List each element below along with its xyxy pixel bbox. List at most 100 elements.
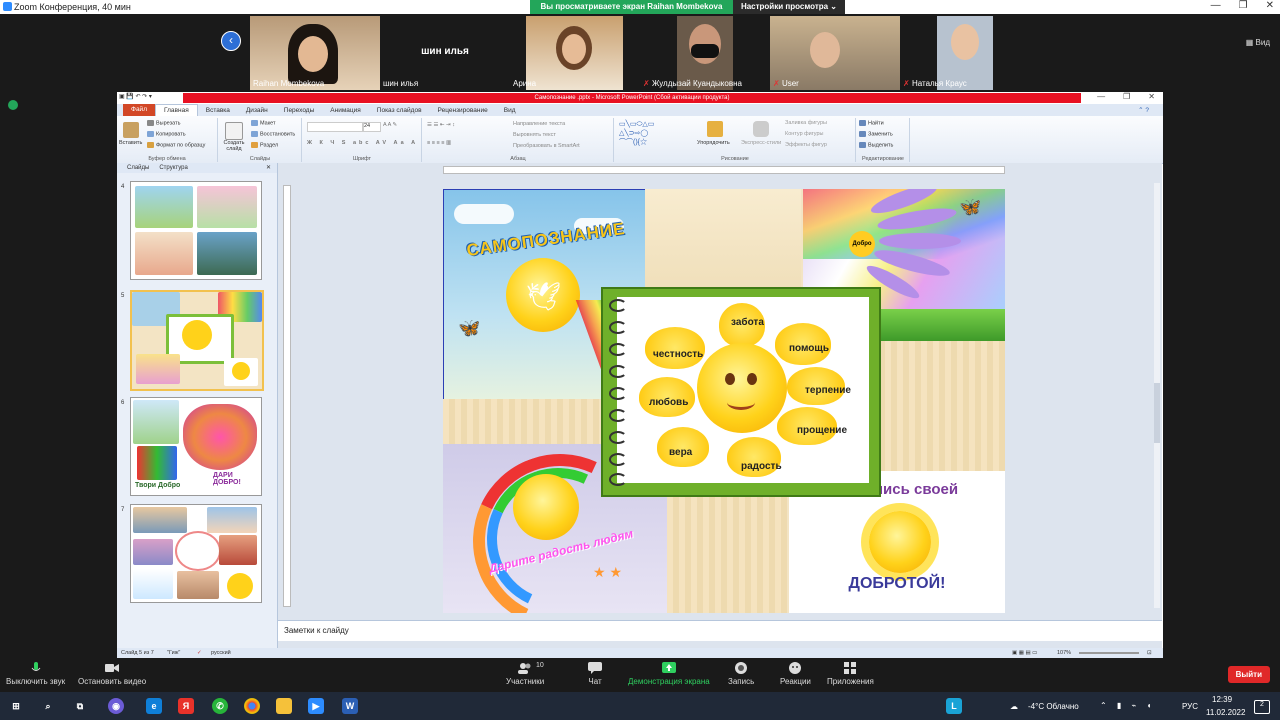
new-slide-button[interactable]: Создать слайд	[221, 140, 247, 152]
shape-effects-button[interactable]: Эффекты фигур	[785, 142, 827, 148]
participant-tile[interactable]: Арина	[510, 16, 640, 90]
minimize-icon[interactable]: —	[1211, 0, 1221, 11]
select-button[interactable]: Выделить	[859, 142, 893, 148]
quick-access-toolbar[interactable]: ▣ 💾 ↶ ↷ ▾	[119, 93, 152, 100]
copy-button[interactable]: Копировать	[147, 131, 186, 137]
layout-button[interactable]: Макет	[251, 120, 276, 126]
chrome-icon[interactable]	[244, 698, 260, 714]
spellcheck-icon[interactable]: ✓	[197, 650, 202, 656]
search-icon[interactable]: ⌕	[40, 698, 56, 714]
security-shield-icon[interactable]	[8, 100, 18, 110]
view-button[interactable]: ▦ Вид	[1246, 38, 1270, 47]
reset-button[interactable]: Восстановить	[251, 131, 295, 137]
weather-text[interactable]: -4°C Облачно	[1028, 702, 1079, 711]
clock-time[interactable]: 12:39	[1212, 695, 1232, 704]
view-buttons[interactable]: ▣ ▦ ▤ ▭	[1012, 650, 1037, 656]
font-family-select[interactable]	[307, 122, 363, 132]
notes-pane[interactable]: Заметки к слайду	[278, 620, 1162, 641]
paste-button[interactable]: Вставить	[119, 140, 142, 146]
chat-button[interactable]: Чат	[588, 662, 602, 686]
fit-slide-icon[interactable]: ⊡	[1147, 650, 1152, 656]
word-icon[interactable]: W	[342, 698, 358, 714]
apps-button[interactable]: Приложения	[827, 662, 874, 686]
find-button[interactable]: Найти	[859, 120, 884, 126]
record-button[interactable]: Запись	[728, 662, 754, 686]
share-screen-button[interactable]: Демонстрация экрана	[628, 662, 710, 686]
list-buttons[interactable]: ☰ ☰ ⇤ ⇥ ↕	[427, 122, 455, 128]
participant-tile[interactable]: шин илья шин илья	[380, 16, 510, 90]
slide-thumbnail-5[interactable]	[130, 290, 264, 391]
whatsapp-icon[interactable]: ✆	[212, 698, 228, 714]
maximize-icon[interactable]: ❐	[1239, 0, 1248, 11]
tab-slides[interactable]: Слайды	[127, 163, 149, 173]
ribbon: Вставить Вырезать Копировать Формат по о…	[117, 116, 1163, 164]
yandex-icon[interactable]: Я	[178, 698, 194, 714]
slide-thumbnail-6[interactable]: Твори Добро ДАРИ ДОБРО!	[130, 397, 262, 496]
arrange-button[interactable]: Упорядочить	[697, 140, 730, 146]
replace-button[interactable]: Заменить	[859, 131, 893, 137]
sun-notebook[interactable]: забота помощь терпение прощение радость …	[601, 287, 881, 497]
l-app-icon[interactable]: L	[946, 698, 962, 714]
align-buttons[interactable]: ≡ ≡ ≡ ≡ ▥	[427, 140, 451, 146]
clock-date[interactable]: 11.02.2022	[1206, 708, 1245, 717]
current-slide[interactable]: 🕊 САМОПОЗНАНИЕ 🦋 Добро 🦋 Дарите радость …	[443, 189, 1005, 613]
slide-thumbnail-7[interactable]	[130, 504, 262, 603]
mute-button[interactable]: Выключить звук	[6, 662, 65, 686]
notification-icon[interactable]: 2	[1254, 700, 1270, 714]
input-language[interactable]: РУС	[1182, 702, 1198, 711]
windows-start-icon[interactable]: ⊞	[8, 698, 24, 714]
close-panel-icon[interactable]: ✕	[266, 163, 271, 173]
shape-outline-button[interactable]: Контур фигуры	[785, 131, 823, 137]
vertical-scrollbar[interactable]	[1154, 183, 1160, 608]
prev-page-button[interactable]: ‹	[221, 31, 241, 51]
tab-outline[interactable]: Структура	[159, 163, 187, 173]
section-button[interactable]: Раздел	[251, 142, 278, 148]
slide-thumbnail-4[interactable]	[130, 181, 262, 280]
leave-button[interactable]: Выйти	[1227, 666, 1270, 683]
muted-mic-icon: ✗	[643, 79, 652, 88]
reactions-button[interactable]: Реакции	[780, 662, 811, 686]
text-direction-button[interactable]: Направление текста	[513, 121, 565, 127]
app-icon[interactable]: ◉	[108, 698, 124, 714]
tab-insert[interactable]: Вставка	[198, 107, 238, 114]
task-view-icon[interactable]: ⧉	[72, 698, 88, 714]
maximize-icon[interactable]: ❐	[1123, 92, 1130, 101]
shape-fill-button[interactable]: Заливка фигуры	[785, 120, 827, 126]
shapes-gallery[interactable]: ▭╲▭⬭△▭ △╲⊃⇨◯ ⌒⌒(){☆	[619, 120, 654, 147]
view-settings-button[interactable]: Настройки просмотра ⌄	[732, 0, 845, 14]
stop-video-button[interactable]: Остановить видео	[78, 662, 146, 686]
participant-tile[interactable]: Raihan Mombekova	[250, 16, 380, 90]
scrollbar-thumb[interactable]	[1154, 383, 1160, 443]
font-size-select[interactable]: 24	[363, 122, 381, 132]
tab-home[interactable]: Главная	[154, 104, 198, 116]
tab-view[interactable]: Вид	[496, 107, 524, 114]
edge-icon[interactable]: e	[146, 698, 162, 714]
tab-design[interactable]: Дизайн	[238, 107, 276, 114]
sun-face	[697, 343, 787, 433]
zoom-taskbar-icon[interactable]: ▶	[308, 698, 324, 714]
smartart-button[interactable]: Преобразовать в SmartArt	[513, 143, 580, 149]
font-grow-icon[interactable]: A A ✎	[383, 122, 397, 128]
close-icon[interactable]: ✕	[1266, 0, 1274, 11]
close-icon[interactable]: ✕	[1148, 92, 1155, 101]
participants-button[interactable]: Участники 10	[506, 662, 544, 686]
participant-tile[interactable]: ✗ User	[770, 16, 900, 90]
format-painter-button[interactable]: Формат по образцу	[147, 142, 205, 148]
tab-file[interactable]: Файл	[123, 104, 155, 116]
notebook-page: забота помощь терпение прощение радость …	[617, 297, 869, 483]
participant-tile[interactable]: ✗ Наталья Краус	[900, 16, 1030, 90]
folder-icon[interactable]	[276, 698, 292, 714]
font-style-buttons[interactable]: Ж К Ч S abc AV Аа A	[307, 140, 418, 146]
tray-icons[interactable]: ⌃ ▮ ⌁ ◖	[1100, 701, 1155, 710]
cut-button[interactable]: Вырезать	[147, 120, 180, 126]
tab-transitions[interactable]: Переходы	[276, 107, 323, 114]
participant-tile[interactable]: ✗ Жулдызай Куандыковна	[640, 16, 770, 90]
help-icon[interactable]: ⌃ ?	[1130, 106, 1157, 114]
tab-animation[interactable]: Анимация	[322, 107, 369, 114]
minimize-icon[interactable]: —	[1097, 92, 1105, 101]
tab-review[interactable]: Рецензирование	[430, 107, 496, 114]
zoom-slider[interactable]	[1079, 652, 1139, 654]
align-text-button[interactable]: Выровнять текст	[513, 132, 556, 138]
tab-slideshow[interactable]: Показ слайдов	[369, 107, 430, 114]
quick-styles-button[interactable]: Экспресс-стили	[741, 140, 781, 146]
